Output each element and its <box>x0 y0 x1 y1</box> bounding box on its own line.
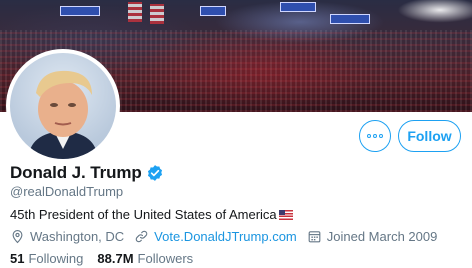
location-text: Washington, DC <box>30 229 125 244</box>
location-item: Washington, DC <box>10 229 124 244</box>
following-count: 51 <box>10 251 25 266</box>
bio-text: 45th President of the United States of A… <box>10 207 277 222</box>
more-options-icon <box>379 134 383 138</box>
link-icon <box>135 230 148 243</box>
website-link[interactable]: Vote.DonaldJTrump.com <box>154 229 297 244</box>
banner-flag <box>128 2 142 22</box>
profile-avatar[interactable] <box>6 49 120 163</box>
profile-bio: 45th President of the United States of A… <box>10 207 293 222</box>
following-stat[interactable]: 51 Following <box>10 251 83 266</box>
joined-item: Joined March 2009 <box>307 229 438 244</box>
profile-handle: @realDonaldTrump <box>10 184 124 199</box>
banner-sign <box>200 6 226 16</box>
more-options-button[interactable] <box>359 120 391 152</box>
profile-stats: 51 Following 88.7M Followers <box>10 251 207 266</box>
joined-text: Joined March 2009 <box>326 229 438 244</box>
avatar-portrait <box>28 70 98 159</box>
location-pin-icon <box>12 229 23 244</box>
profile-name-row: Donald J. Trump <box>10 163 164 183</box>
follow-button[interactable]: Follow <box>398 120 461 152</box>
banner-sign <box>330 14 370 24</box>
calendar-icon <box>308 231 321 243</box>
website-item[interactable]: Vote.DonaldJTrump.com <box>134 229 297 244</box>
banner-sign <box>60 6 100 16</box>
verified-badge-icon <box>147 165 162 181</box>
following-label: Following <box>28 251 84 266</box>
display-name: Donald J. Trump <box>10 163 142 182</box>
banner-sign <box>280 2 316 12</box>
banner-flag <box>150 4 164 24</box>
followers-count: 88.7M <box>97 251 134 266</box>
more-options-icon <box>367 134 371 138</box>
us-flag-icon <box>278 209 293 220</box>
followers-label: Followers <box>137 251 194 266</box>
profile-meta: Washington, DC Vote.DonaldJTrump.com Joi… <box>10 229 447 244</box>
followers-stat[interactable]: 88.7M Followers <box>97 251 193 266</box>
more-options-icon <box>373 134 377 138</box>
